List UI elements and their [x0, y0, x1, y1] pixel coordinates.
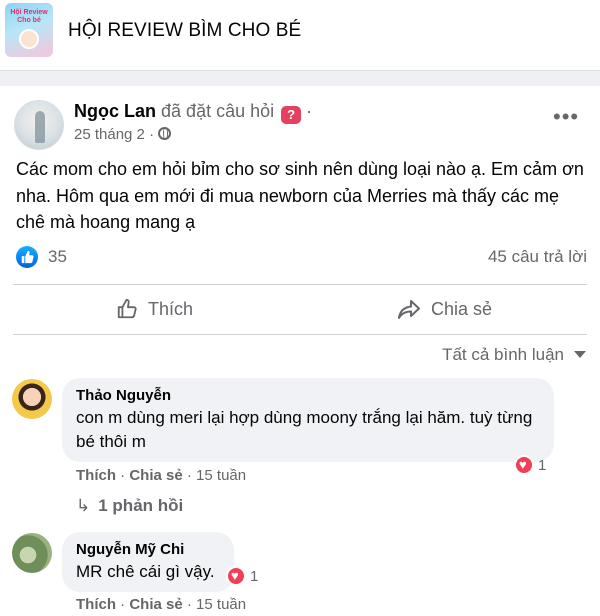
- group-cover-image[interactable]: Hội Review Cho bé: [5, 3, 53, 57]
- replies-label: 1 phản hồi: [98, 496, 184, 515]
- reaction-count[interactable]: 35: [48, 247, 67, 267]
- group-cover-text: Hội Review Cho bé: [10, 9, 48, 24]
- commenter-avatar[interactable]: [12, 379, 52, 419]
- comment-bubble: Nguyễn Mỹ Chi MR chê cái gì vậy.: [62, 532, 234, 592]
- group-header: Hội Review Cho bé HỘI REVIEW BÌM CHO BÉ: [0, 0, 600, 70]
- share-label: Chia sẻ: [431, 298, 493, 319]
- comment-reaction-count: 1: [250, 567, 259, 585]
- separator: ·: [120, 467, 126, 484]
- author-avatar[interactable]: [14, 100, 64, 150]
- like-button[interactable]: Thích: [116, 294, 193, 324]
- like-label: Thích: [148, 298, 194, 319]
- thumbs-up-icon: [116, 298, 138, 320]
- answers-count[interactable]: 45 câu trả lời: [488, 247, 587, 267]
- divider: [13, 284, 587, 285]
- post-action-text: đã đặt câu hỏi: [161, 101, 275, 121]
- commenter-name[interactable]: Nguyễn Mỹ Chi: [76, 540, 220, 560]
- post-body: Các mom cho em hỏi bỉm cho sơ sinh nên d…: [16, 159, 584, 232]
- globe-icon: [158, 127, 172, 140]
- group-name[interactable]: HỘI REVIEW BÌM CHO BÉ: [68, 20, 301, 42]
- heart-reaction-icon: [226, 566, 246, 586]
- author-name[interactable]: Ngọc Lan: [74, 101, 156, 121]
- question-badge-icon: ?: [281, 106, 302, 124]
- comment-share-link[interactable]: Chia sẻ: [129, 467, 182, 484]
- comment-sort-dropdown[interactable]: Tất cả bình luận: [442, 345, 586, 365]
- trailing-dot: ·: [306, 101, 313, 121]
- comment-reaction[interactable]: 1: [226, 566, 258, 586]
- comment-text: MR chê cái gì vậy.: [76, 562, 215, 581]
- comment-reaction[interactable]: 1: [514, 455, 546, 475]
- section-separator: [0, 70, 600, 86]
- view-replies-link[interactable]: ↳ 1 phản hồi: [76, 496, 183, 516]
- comment-bubble: Thảo Nguyễn con m dùng meri lại hợp dùng…: [62, 378, 554, 462]
- post-date[interactable]: 25 tháng 2: [74, 126, 145, 143]
- comment-time[interactable]: 15 tuần: [196, 467, 246, 484]
- avatar-figure: [35, 111, 45, 143]
- post-meta: 25 tháng 2 ·: [74, 126, 172, 143]
- commenter-name[interactable]: Thảo Nguyễn: [76, 386, 540, 406]
- sort-label: Tất cả bình luận: [442, 345, 564, 364]
- post-author-line: Ngọc Lan đã đặt câu hỏi ? ·: [74, 101, 312, 124]
- share-arrow-icon: [397, 298, 421, 320]
- divider: [13, 334, 587, 335]
- comment-like-link[interactable]: Thích: [76, 596, 116, 613]
- more-options-icon[interactable]: •••: [553, 106, 579, 128]
- comment-text: con m dùng meri lại hợp dùng moony trắng…: [76, 408, 533, 451]
- commenter-avatar[interactable]: [12, 533, 52, 573]
- share-button[interactable]: Chia sẻ: [397, 294, 492, 324]
- separator: ·: [186, 467, 192, 484]
- comment-share-link[interactable]: Chia sẻ: [129, 596, 182, 613]
- separator: ·: [186, 596, 192, 613]
- comment-actions: Thích · Chia sẻ · 15 tuần: [76, 467, 246, 484]
- reply-arrow-icon: ↳: [76, 496, 91, 515]
- chevron-down-icon: [574, 351, 586, 358]
- comment-reaction-count: 1: [538, 456, 547, 474]
- comment-actions: Thích · Chia sẻ · 15 tuần: [76, 596, 246, 613]
- comment-like-link[interactable]: Thích: [76, 467, 116, 484]
- baby-image: [19, 29, 39, 49]
- heart-reaction-icon: [514, 455, 534, 475]
- like-reaction-icon[interactable]: [16, 246, 38, 268]
- meta-separator: ·: [149, 126, 155, 143]
- comment-time[interactable]: 15 tuần: [196, 596, 246, 613]
- separator: ·: [120, 596, 126, 613]
